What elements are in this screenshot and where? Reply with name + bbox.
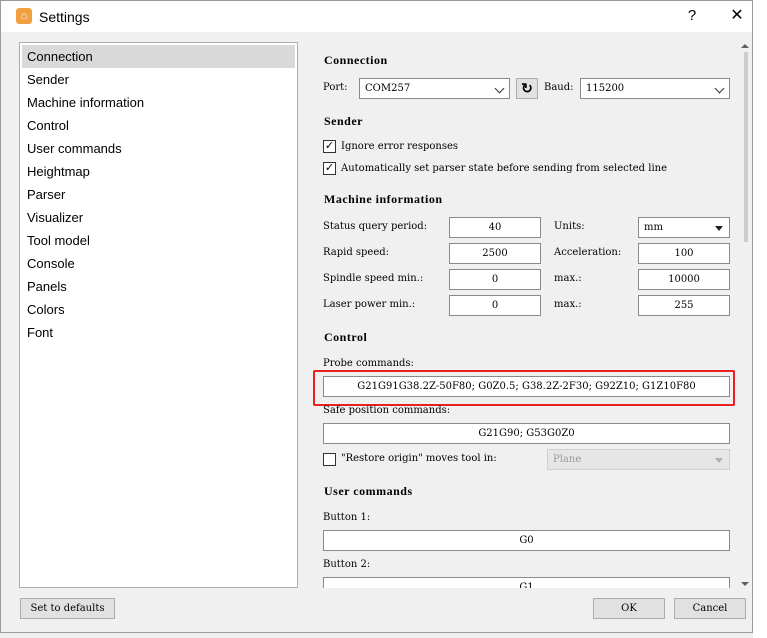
button1-label: Button 1:: [323, 512, 371, 523]
sidebar-item-font[interactable]: Font: [22, 321, 295, 344]
rapid-speed-label: Rapid speed:: [323, 247, 390, 258]
status-query-period-input[interactable]: 40: [449, 217, 541, 238]
close-button[interactable]: ✕: [725, 5, 749, 27]
sidebar-item-user-commands[interactable]: User commands: [22, 137, 295, 160]
dropdown-arrow-icon: [715, 226, 723, 231]
sidebar-item-console[interactable]: Console: [22, 252, 295, 275]
section-title-connection: Connection: [324, 53, 388, 67]
sidebar-item-heightmap[interactable]: Heightmap: [22, 160, 295, 183]
restore-origin-label: "Restore origin" moves tool in:: [341, 453, 497, 464]
cancel-button[interactable]: Cancel: [674, 598, 746, 619]
chevron-down-icon: [714, 83, 725, 94]
baud-combo[interactable]: 115200: [580, 78, 730, 99]
acceleration-label: Acceleration:: [554, 247, 622, 258]
port-combo[interactable]: COM257: [359, 78, 510, 99]
spindle-min-label: Spindle speed min.:: [323, 273, 424, 284]
scroll-down-arrow-icon[interactable]: [741, 582, 749, 586]
ignore-errors-checkbox[interactable]: ✓: [323, 140, 336, 153]
refresh-icon: ↻: [521, 80, 533, 96]
button2-label: Button 2:: [323, 559, 371, 570]
set-to-defaults-button[interactable]: Set to defaults: [20, 598, 115, 619]
units-value: mm: [644, 222, 663, 233]
dropdown-arrow-icon: [715, 458, 723, 463]
sidebar-item-machine-information[interactable]: Machine information: [22, 91, 295, 114]
settings-category-list: Connection Sender Machine information Co…: [19, 42, 298, 588]
port-label: Port:: [323, 82, 348, 93]
spindle-max-input[interactable]: 10000: [638, 269, 730, 290]
help-button[interactable]: ?: [680, 5, 704, 27]
auto-parser-state-checkbox[interactable]: ✓: [323, 162, 336, 175]
ok-button[interactable]: OK: [593, 598, 665, 619]
section-title-user-commands: User commands: [324, 484, 413, 498]
scroll-thumb[interactable]: [744, 52, 748, 242]
title-bar: ⌂ Settings ? ✕: [1, 1, 752, 32]
baud-value: 115200: [586, 83, 625, 94]
sidebar-item-colors[interactable]: Colors: [22, 298, 295, 321]
refresh-ports-button[interactable]: ↻: [516, 78, 538, 99]
app-icon: ⌂: [16, 8, 32, 24]
chevron-down-icon: [494, 83, 505, 94]
section-title-machine-information: Machine information: [324, 192, 443, 206]
scroll-up-arrow-icon[interactable]: [741, 44, 749, 48]
probe-commands-highlight: [313, 370, 735, 406]
button2-command-input[interactable]: G1: [323, 577, 730, 588]
sidebar-item-parser[interactable]: Parser: [22, 183, 295, 206]
spindle-min-input[interactable]: 0: [449, 269, 541, 290]
status-query-period-label: Status query period:: [323, 221, 428, 232]
port-value: COM257: [365, 83, 411, 94]
sidebar-item-visualizer[interactable]: Visualizer: [22, 206, 295, 229]
restore-origin-combo[interactable]: Plane: [547, 449, 730, 470]
section-title-sender: Sender: [324, 114, 363, 128]
laser-max-label: max.:: [554, 299, 582, 310]
acceleration-input[interactable]: 100: [638, 243, 730, 264]
units-label: Units:: [554, 221, 585, 232]
safe-position-input[interactable]: G21G90; G53G0Z0: [323, 423, 730, 444]
sidebar-item-tool-model[interactable]: Tool model: [22, 229, 295, 252]
safe-position-label: Safe position commands:: [323, 405, 451, 416]
checkmark-icon: ✓: [324, 140, 335, 152]
restore-origin-value: Plane: [553, 454, 582, 465]
sidebar-item-control[interactable]: Control: [22, 114, 295, 137]
rapid-speed-input[interactable]: 2500: [449, 243, 541, 264]
sidebar-item-sender[interactable]: Sender: [22, 68, 295, 91]
button1-command-input[interactable]: G0: [323, 530, 730, 551]
probe-commands-label: Probe commands:: [323, 358, 414, 369]
laser-min-label: Laser power min.:: [323, 299, 416, 310]
restore-origin-checkbox[interactable]: [323, 453, 336, 466]
baud-label: Baud:: [544, 82, 574, 93]
background-window-edge: [753, 0, 767, 638]
window-title: Settings: [39, 9, 90, 25]
section-title-control: Control: [324, 330, 368, 344]
checkmark-icon: ✓: [324, 162, 335, 174]
sidebar-item-connection[interactable]: Connection: [22, 45, 295, 68]
laser-min-input[interactable]: 0: [449, 295, 541, 316]
units-combo[interactable]: mm: [638, 217, 730, 238]
laser-max-input[interactable]: 255: [638, 295, 730, 316]
sidebar-item-panels[interactable]: Panels: [22, 275, 295, 298]
auto-parser-state-label: Automatically set parser state before se…: [341, 163, 668, 174]
spindle-max-label: max.:: [554, 273, 582, 284]
ignore-errors-label: Ignore error responses: [341, 141, 459, 152]
